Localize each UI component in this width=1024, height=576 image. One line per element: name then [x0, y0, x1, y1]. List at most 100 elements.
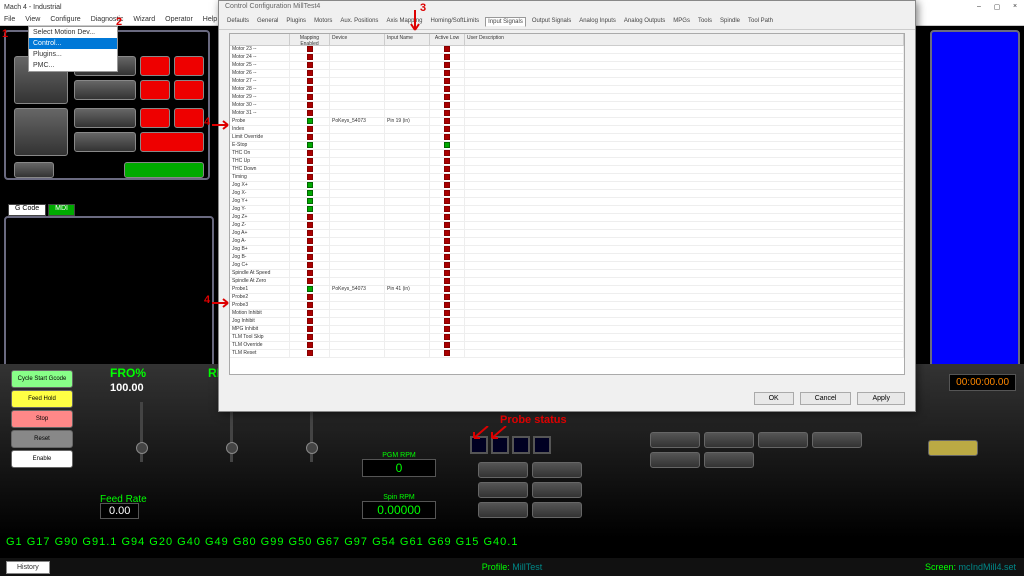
signal-row[interactable]: Probe2: [230, 294, 904, 302]
signal-row[interactable]: Timing: [230, 174, 904, 182]
signal-row[interactable]: Jog Y+: [230, 198, 904, 206]
menu-operator[interactable]: Operator: [165, 16, 193, 23]
control-button[interactable]: [812, 432, 862, 448]
signal-row[interactable]: Jog A+: [230, 230, 904, 238]
menu-view[interactable]: View: [25, 16, 40, 23]
signal-row[interactable]: Jog Z-: [230, 222, 904, 230]
minimize-button[interactable]: –: [974, 3, 984, 11]
signal-row[interactable]: Motor 31 --: [230, 110, 904, 118]
panel-button-red[interactable]: [140, 56, 170, 76]
panel-button-red[interactable]: [140, 108, 170, 128]
signal-row[interactable]: Jog X+: [230, 182, 904, 190]
signal-row[interactable]: E-Stop: [230, 142, 904, 150]
signal-row[interactable]: Spindle At Zero: [230, 278, 904, 286]
signal-row[interactable]: Jog Y-: [230, 206, 904, 214]
panel-button-green[interactable]: [124, 162, 204, 178]
config-tab[interactable]: Spindle: [718, 17, 742, 27]
menu-file[interactable]: File: [4, 16, 15, 23]
signal-row[interactable]: Motor 24 --: [230, 54, 904, 62]
signal-row[interactable]: Jog X-: [230, 190, 904, 198]
signal-row[interactable]: Motor 23 --: [230, 46, 904, 54]
panel-button-red[interactable]: [174, 80, 204, 100]
control-button[interactable]: [704, 452, 754, 468]
signal-row[interactable]: Motor 29 --: [230, 94, 904, 102]
panel-button-red[interactable]: [140, 132, 204, 152]
ok-button[interactable]: OK: [754, 392, 794, 405]
control-button[interactable]: [758, 432, 808, 448]
config-tab[interactable]: Output Signals: [530, 17, 573, 27]
signal-row[interactable]: Limit Override: [230, 134, 904, 142]
control-button[interactable]: [478, 462, 528, 478]
history-button[interactable]: History: [6, 561, 50, 574]
signal-row[interactable]: Probe1PoKeys_54073Pin 41 (in): [230, 286, 904, 294]
cancel-button[interactable]: Cancel: [800, 392, 852, 405]
control-button[interactable]: [650, 432, 700, 448]
signal-row[interactable]: Index: [230, 126, 904, 134]
signal-row[interactable]: THC On: [230, 150, 904, 158]
menu-wizard[interactable]: Wizard: [133, 16, 155, 23]
menu-configure[interactable]: Configure: [50, 16, 80, 23]
config-tab[interactable]: General: [255, 17, 280, 27]
control-button[interactable]: [478, 502, 528, 518]
signal-row[interactable]: THC Up: [230, 158, 904, 166]
signal-row[interactable]: ProbePoKeys_54073Pin 19 (in): [230, 118, 904, 126]
signal-row[interactable]: Jog A-: [230, 238, 904, 246]
config-tab[interactable]: Defaults: [225, 17, 251, 27]
maximize-button[interactable]: ▢: [992, 3, 1002, 11]
control-button[interactable]: [532, 502, 582, 518]
signal-row[interactable]: TLM Override: [230, 342, 904, 350]
panel-button[interactable]: [74, 80, 136, 100]
signal-row[interactable]: Jog Z+: [230, 214, 904, 222]
fro-slider[interactable]: [140, 402, 143, 462]
tab-mdi[interactable]: MDI: [48, 204, 75, 216]
dropdown-select-motion[interactable]: Select Motion Dev...: [29, 27, 117, 38]
config-tab[interactable]: Input Signals: [485, 17, 526, 27]
config-tab[interactable]: Motors: [312, 17, 334, 27]
signal-row[interactable]: Motor 25 --: [230, 62, 904, 70]
panel-button-red[interactable]: [140, 80, 170, 100]
config-tab[interactable]: Homing/SoftLimits: [428, 17, 481, 27]
config-tab[interactable]: Analog Outputs: [622, 17, 667, 27]
signal-row[interactable]: Motor 28 --: [230, 86, 904, 94]
panel-button-red[interactable]: [174, 108, 204, 128]
signal-row[interactable]: Spindle At Speed: [230, 270, 904, 278]
signal-row[interactable]: Jog B-: [230, 254, 904, 262]
control-button[interactable]: [704, 432, 754, 448]
menu-help[interactable]: Help: [203, 16, 217, 23]
control-button[interactable]: [532, 462, 582, 478]
signal-row[interactable]: Jog Inhibit: [230, 318, 904, 326]
panel-button[interactable]: [14, 108, 68, 156]
signal-row[interactable]: TLM Tool Skip: [230, 334, 904, 342]
control-button[interactable]: [928, 440, 978, 456]
cycle-start-button[interactable]: Cycle Start Gcode: [11, 370, 73, 388]
config-tab[interactable]: Aux. Positions: [338, 17, 380, 27]
config-tab[interactable]: Tool Path: [746, 17, 775, 27]
control-button[interactable]: [478, 482, 528, 498]
signal-row[interactable]: THC Down: [230, 166, 904, 174]
signal-row[interactable]: TLM Reset: [230, 350, 904, 358]
config-tab[interactable]: Tools: [696, 17, 714, 27]
feed-hold-button[interactable]: Feed Hold: [11, 390, 73, 408]
signal-row[interactable]: Motor 30 --: [230, 102, 904, 110]
signal-row[interactable]: Motor 27 --: [230, 78, 904, 86]
control-button[interactable]: [650, 452, 700, 468]
apply-button[interactable]: Apply: [857, 392, 905, 405]
reset-button[interactable]: Reset: [11, 430, 73, 448]
panel-button[interactable]: [74, 132, 136, 152]
panel-button[interactable]: [14, 162, 54, 178]
tab-gcode[interactable]: G Code: [8, 204, 46, 216]
config-tab[interactable]: MPGs: [671, 17, 692, 27]
panel-button[interactable]: [74, 108, 136, 128]
signal-row[interactable]: Motor 26 --: [230, 70, 904, 78]
close-button[interactable]: ×: [1010, 3, 1020, 11]
panel-button-red[interactable]: [174, 56, 204, 76]
signal-row[interactable]: Jog C+: [230, 262, 904, 270]
config-tab[interactable]: Plugins: [284, 17, 308, 27]
signal-row[interactable]: Motion Inhibit: [230, 310, 904, 318]
stop-button[interactable]: Stop: [11, 410, 73, 428]
signal-row[interactable]: MPG Inhibit: [230, 326, 904, 334]
signal-row[interactable]: Probe3: [230, 302, 904, 310]
config-tab[interactable]: Analog Inputs: [577, 17, 618, 27]
signal-row[interactable]: Jog B+: [230, 246, 904, 254]
dropdown-control[interactable]: Control...: [29, 38, 117, 49]
